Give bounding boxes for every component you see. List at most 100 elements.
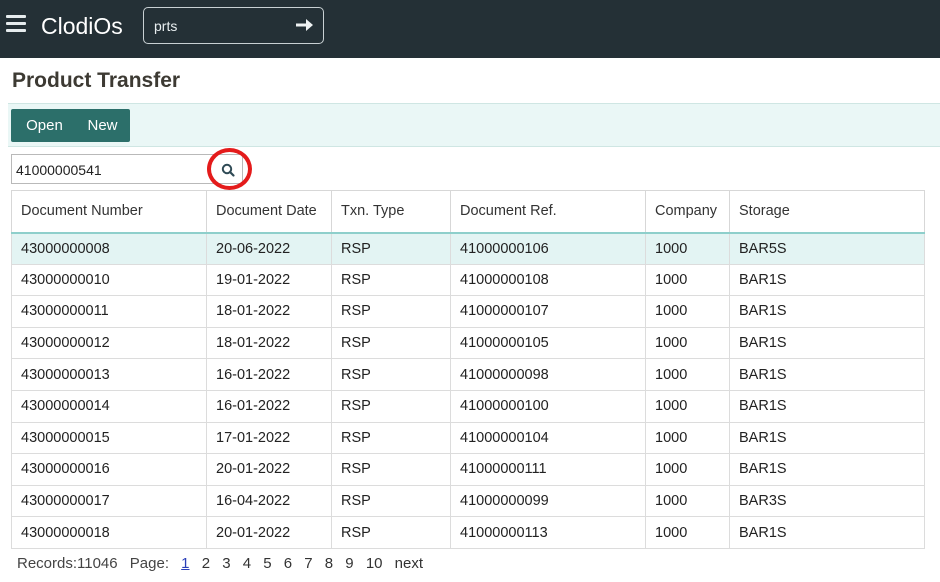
- cell-company: 1000: [645, 453, 730, 486]
- global-search-input[interactable]: [154, 17, 284, 35]
- app-brand[interactable]: ClodiOs: [41, 13, 123, 40]
- cell-storage: BAR1S: [729, 516, 925, 549]
- page-link-8[interactable]: 8: [325, 555, 333, 572]
- page-link-7[interactable]: 7: [304, 555, 312, 572]
- records-count: Records:11046: [17, 555, 118, 572]
- cell-document-ref: 41000000098: [450, 358, 646, 391]
- col-storage[interactable]: Storage: [729, 190, 925, 234]
- cell-document-number: 43000000016: [11, 453, 207, 486]
- table-row[interactable]: 43000000016 20-01-2022 RSP 41000000111 1…: [11, 453, 925, 486]
- next-page-link[interactable]: next: [395, 555, 423, 572]
- cell-txn-type: RSP: [331, 516, 451, 549]
- cell-txn-type: RSP: [331, 232, 451, 265]
- pagination: Records:11046 Page: 1 2 3 4 5 6 7 8 9 10…: [17, 555, 431, 572]
- cell-storage: BAR1S: [729, 421, 925, 455]
- cell-document-number: 43000000015: [11, 421, 207, 455]
- cell-company: 1000: [645, 516, 730, 549]
- table-row[interactable]: 43000000017 16-04-2022 RSP 41000000099 1…: [11, 484, 925, 518]
- cell-document-ref: 41000000105: [450, 326, 646, 360]
- cell-storage: BAR1S: [729, 389, 925, 423]
- cell-company: 1000: [645, 295, 730, 328]
- cell-txn-type: RSP: [331, 326, 451, 360]
- table-row[interactable]: 43000000012 18-01-2022 RSP 41000000105 1…: [11, 326, 925, 360]
- col-txn-type[interactable]: Txn. Type: [331, 190, 451, 234]
- cell-document-ref: 41000000104: [450, 421, 646, 455]
- cell-document-date: 16-01-2022: [206, 358, 332, 391]
- global-search: [143, 7, 324, 44]
- cell-storage: BAR1S: [729, 263, 925, 297]
- page-link-5[interactable]: 5: [263, 555, 271, 572]
- page-label: Page:: [129, 555, 169, 572]
- documents-table: Document Number Document Date Txn. Type …: [11, 190, 925, 549]
- cell-company: 1000: [645, 358, 730, 391]
- table-row[interactable]: 43000000013 16-01-2022 RSP 41000000098 1…: [11, 358, 925, 391]
- cell-document-ref: 41000000099: [450, 484, 646, 518]
- search-highlight-ring: [207, 148, 252, 190]
- cell-document-date: 16-01-2022: [206, 389, 332, 423]
- page-link-6[interactable]: 6: [284, 555, 292, 572]
- cell-document-number: 43000000012: [11, 326, 207, 360]
- cell-txn-type: RSP: [331, 389, 451, 423]
- page-link-1[interactable]: 1: [181, 555, 189, 572]
- cell-document-ref: 41000000108: [450, 263, 646, 297]
- cell-txn-type: RSP: [331, 484, 451, 518]
- action-toolbar: Open New: [8, 103, 940, 147]
- hamburger-menu-icon[interactable]: [6, 15, 28, 35]
- cell-document-ref: 41000000113: [450, 516, 646, 549]
- arrow-right-icon[interactable]: [293, 14, 315, 36]
- cell-document-number: 43000000017: [11, 484, 207, 518]
- cell-document-date: 20-01-2022: [206, 516, 332, 549]
- cell-document-date: 20-01-2022: [206, 453, 332, 486]
- col-document-ref[interactable]: Document Ref.: [450, 190, 646, 234]
- col-document-number[interactable]: Document Number: [11, 190, 207, 234]
- cell-company: 1000: [645, 421, 730, 455]
- cell-storage: BAR1S: [729, 295, 925, 328]
- cell-company: 1000: [645, 232, 730, 265]
- cell-document-date: 16-04-2022: [206, 484, 332, 518]
- cell-txn-type: RSP: [331, 453, 451, 486]
- cell-document-number: 43000000008: [11, 232, 207, 265]
- cell-storage: BAR1S: [729, 358, 925, 391]
- new-button[interactable]: New: [75, 109, 130, 142]
- cell-document-number: 43000000018: [11, 516, 207, 549]
- open-button[interactable]: Open: [11, 109, 78, 142]
- table-row[interactable]: 43000000018 20-01-2022 RSP 41000000113 1…: [11, 516, 925, 549]
- table-row[interactable]: 43000000008 20-06-2022 RSP 41000000106 1…: [11, 232, 925, 265]
- cell-storage: BAR1S: [729, 453, 925, 486]
- page-link-4[interactable]: 4: [243, 555, 251, 572]
- cell-document-ref: 41000000107: [450, 295, 646, 328]
- cell-txn-type: RSP: [331, 358, 451, 391]
- table-row[interactable]: 43000000014 16-01-2022 RSP 41000000100 1…: [11, 389, 925, 423]
- page-link-10[interactable]: 10: [366, 555, 383, 572]
- cell-document-number: 43000000010: [11, 263, 207, 297]
- cell-document-date: 18-01-2022: [206, 295, 332, 328]
- page-link-9[interactable]: 9: [345, 555, 353, 572]
- top-navbar: ClodiOs: [0, 0, 940, 58]
- table-row[interactable]: 43000000015 17-01-2022 RSP 41000000104 1…: [11, 421, 925, 455]
- table-row[interactable]: 43000000011 18-01-2022 RSP 41000000107 1…: [11, 295, 925, 328]
- cell-document-number: 43000000011: [11, 295, 207, 328]
- cell-company: 1000: [645, 484, 730, 518]
- table-header-row: Document Number Document Date Txn. Type …: [11, 190, 925, 234]
- cell-storage: BAR3S: [729, 484, 925, 518]
- document-filter-input[interactable]: [16, 161, 206, 179]
- cell-storage: BAR1S: [729, 326, 925, 360]
- cell-document-ref: 41000000106: [450, 232, 646, 265]
- cell-document-date: 17-01-2022: [206, 421, 332, 455]
- cell-document-number: 43000000014: [11, 389, 207, 423]
- col-company[interactable]: Company: [645, 190, 730, 234]
- cell-document-ref: 41000000111: [450, 453, 646, 486]
- cell-document-date: 18-01-2022: [206, 326, 332, 360]
- cell-document-ref: 41000000100: [450, 389, 646, 423]
- col-document-date[interactable]: Document Date: [206, 190, 332, 234]
- cell-txn-type: RSP: [331, 263, 451, 297]
- cell-company: 1000: [645, 389, 730, 423]
- cell-storage: BAR5S: [729, 232, 925, 265]
- page-title: Product Transfer: [12, 69, 181, 92]
- cell-txn-type: RSP: [331, 421, 451, 455]
- page-link-3[interactable]: 3: [222, 555, 230, 572]
- cell-document-number: 43000000013: [11, 358, 207, 391]
- page-link-2[interactable]: 2: [202, 555, 210, 572]
- cell-company: 1000: [645, 263, 730, 297]
- table-row[interactable]: 43000000010 19-01-2022 RSP 41000000108 1…: [11, 263, 925, 297]
